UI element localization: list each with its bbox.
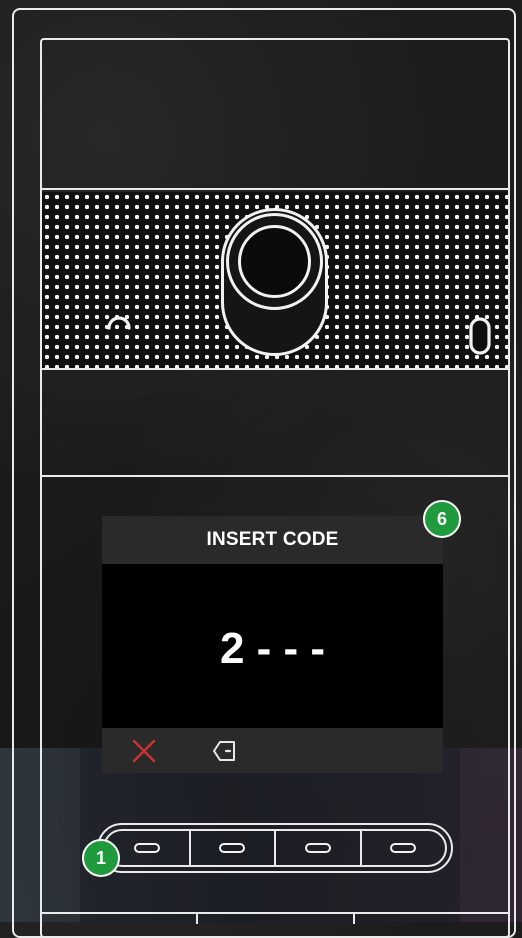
keypad xyxy=(97,823,453,873)
light-sensor-icon xyxy=(469,317,491,355)
divider xyxy=(196,914,198,924)
keypad-key-3[interactable] xyxy=(274,831,360,865)
key-dash-icon xyxy=(219,843,246,853)
key-dash-icon xyxy=(390,843,417,853)
divider xyxy=(353,914,355,924)
divider xyxy=(40,475,510,477)
display-title: INSERT CODE xyxy=(102,516,443,564)
callout-badge-6: 6 xyxy=(423,500,461,538)
keypad-key-4[interactable] xyxy=(359,831,446,865)
device-panel xyxy=(40,38,510,938)
key-dash-icon xyxy=(304,843,331,853)
backspace-icon[interactable] xyxy=(212,738,238,764)
microphone-icon xyxy=(107,316,131,330)
code-entry-value: 2 - - - xyxy=(219,624,326,673)
cancel-icon[interactable] xyxy=(132,739,156,763)
display-footer xyxy=(102,728,443,773)
callout-badge-1: 1 xyxy=(82,839,120,877)
divider xyxy=(40,368,510,370)
divider xyxy=(40,188,510,190)
code-display: INSERT CODE 2 - - - xyxy=(102,516,443,773)
keypad-key-2[interactable] xyxy=(188,831,275,865)
bottom-panel-edge xyxy=(40,912,510,924)
camera-lens-icon xyxy=(238,225,311,298)
key-dash-icon xyxy=(133,843,160,853)
